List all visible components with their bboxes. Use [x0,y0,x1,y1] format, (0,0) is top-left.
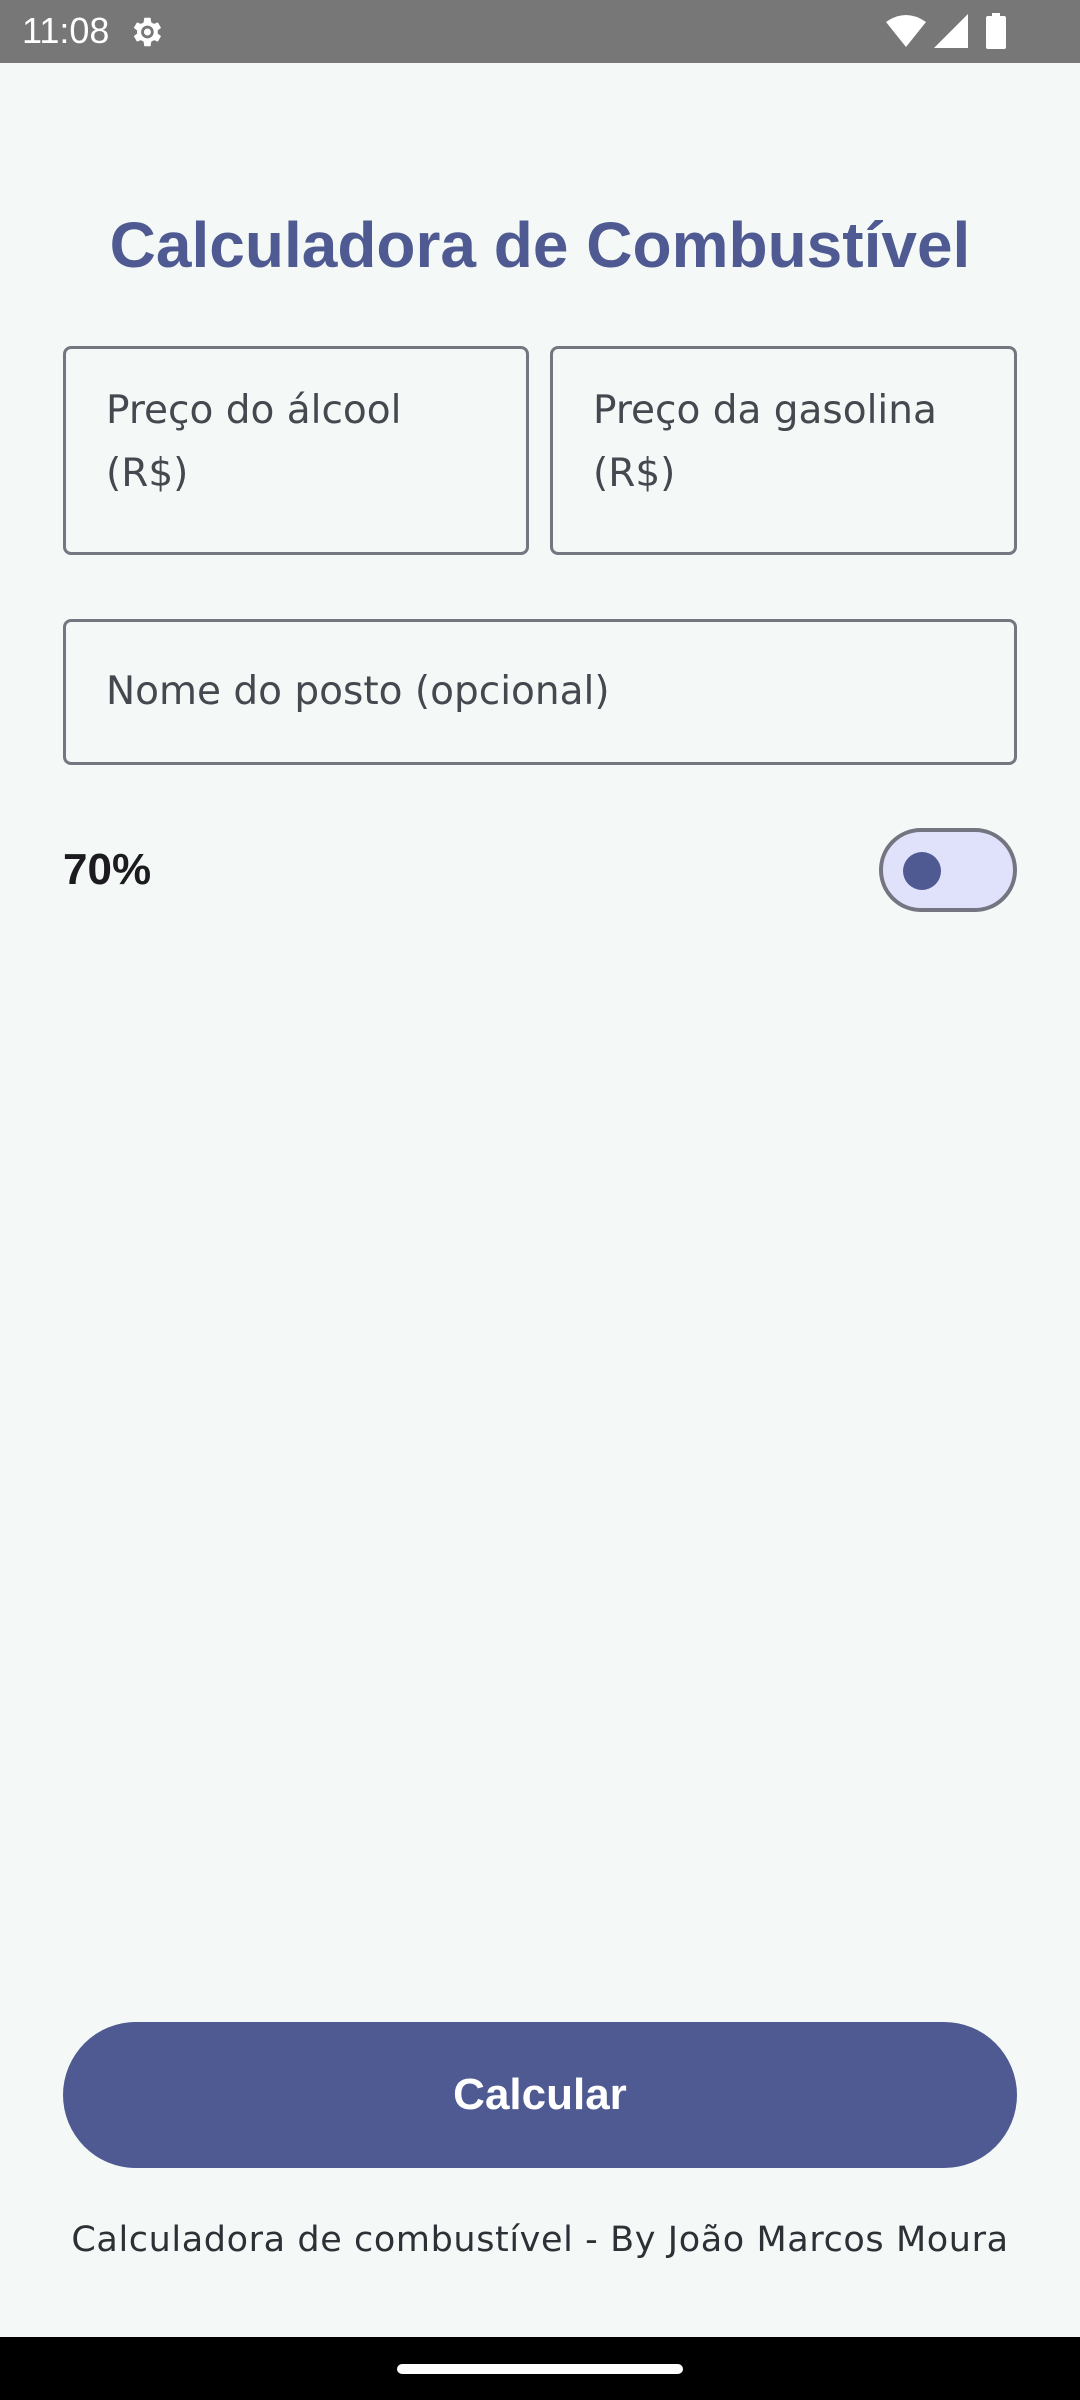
alcool-price-placeholder: Preço do álcool (R$) [106,388,402,496]
footer-credit: Calculadora de combustível - By João Mar… [71,2220,1009,2260]
alcool-price-field[interactable]: Preço do álcool (R$) [63,346,529,555]
station-name-field[interactable]: Nome do posto (opcional) [63,619,1017,765]
battery-icon [986,13,1006,49]
calculate-button[interactable]: Calcular [63,2022,1017,2168]
page-title: Calculadora de Combustível [109,208,971,281]
signal-icon [934,14,968,48]
gasolina-price-placeholder: Preço da gasolina (R$) [593,388,937,496]
home-gesture-handle[interactable] [397,2364,683,2374]
gasolina-price-field[interactable]: Preço da gasolina (R$) [550,346,1017,555]
wifi-icon [886,14,926,48]
navigation-bar [0,2337,1080,2400]
toggle-thumb [903,852,941,890]
status-time: 11:08 [22,10,110,51]
status-bar: 11:08 [0,0,1080,63]
station-name-placeholder: Nome do posto (opcional) [106,669,610,714]
percentage-toggle[interactable] [879,828,1017,912]
gear-icon [127,13,165,51]
percentage-label: 70% [63,845,152,894]
